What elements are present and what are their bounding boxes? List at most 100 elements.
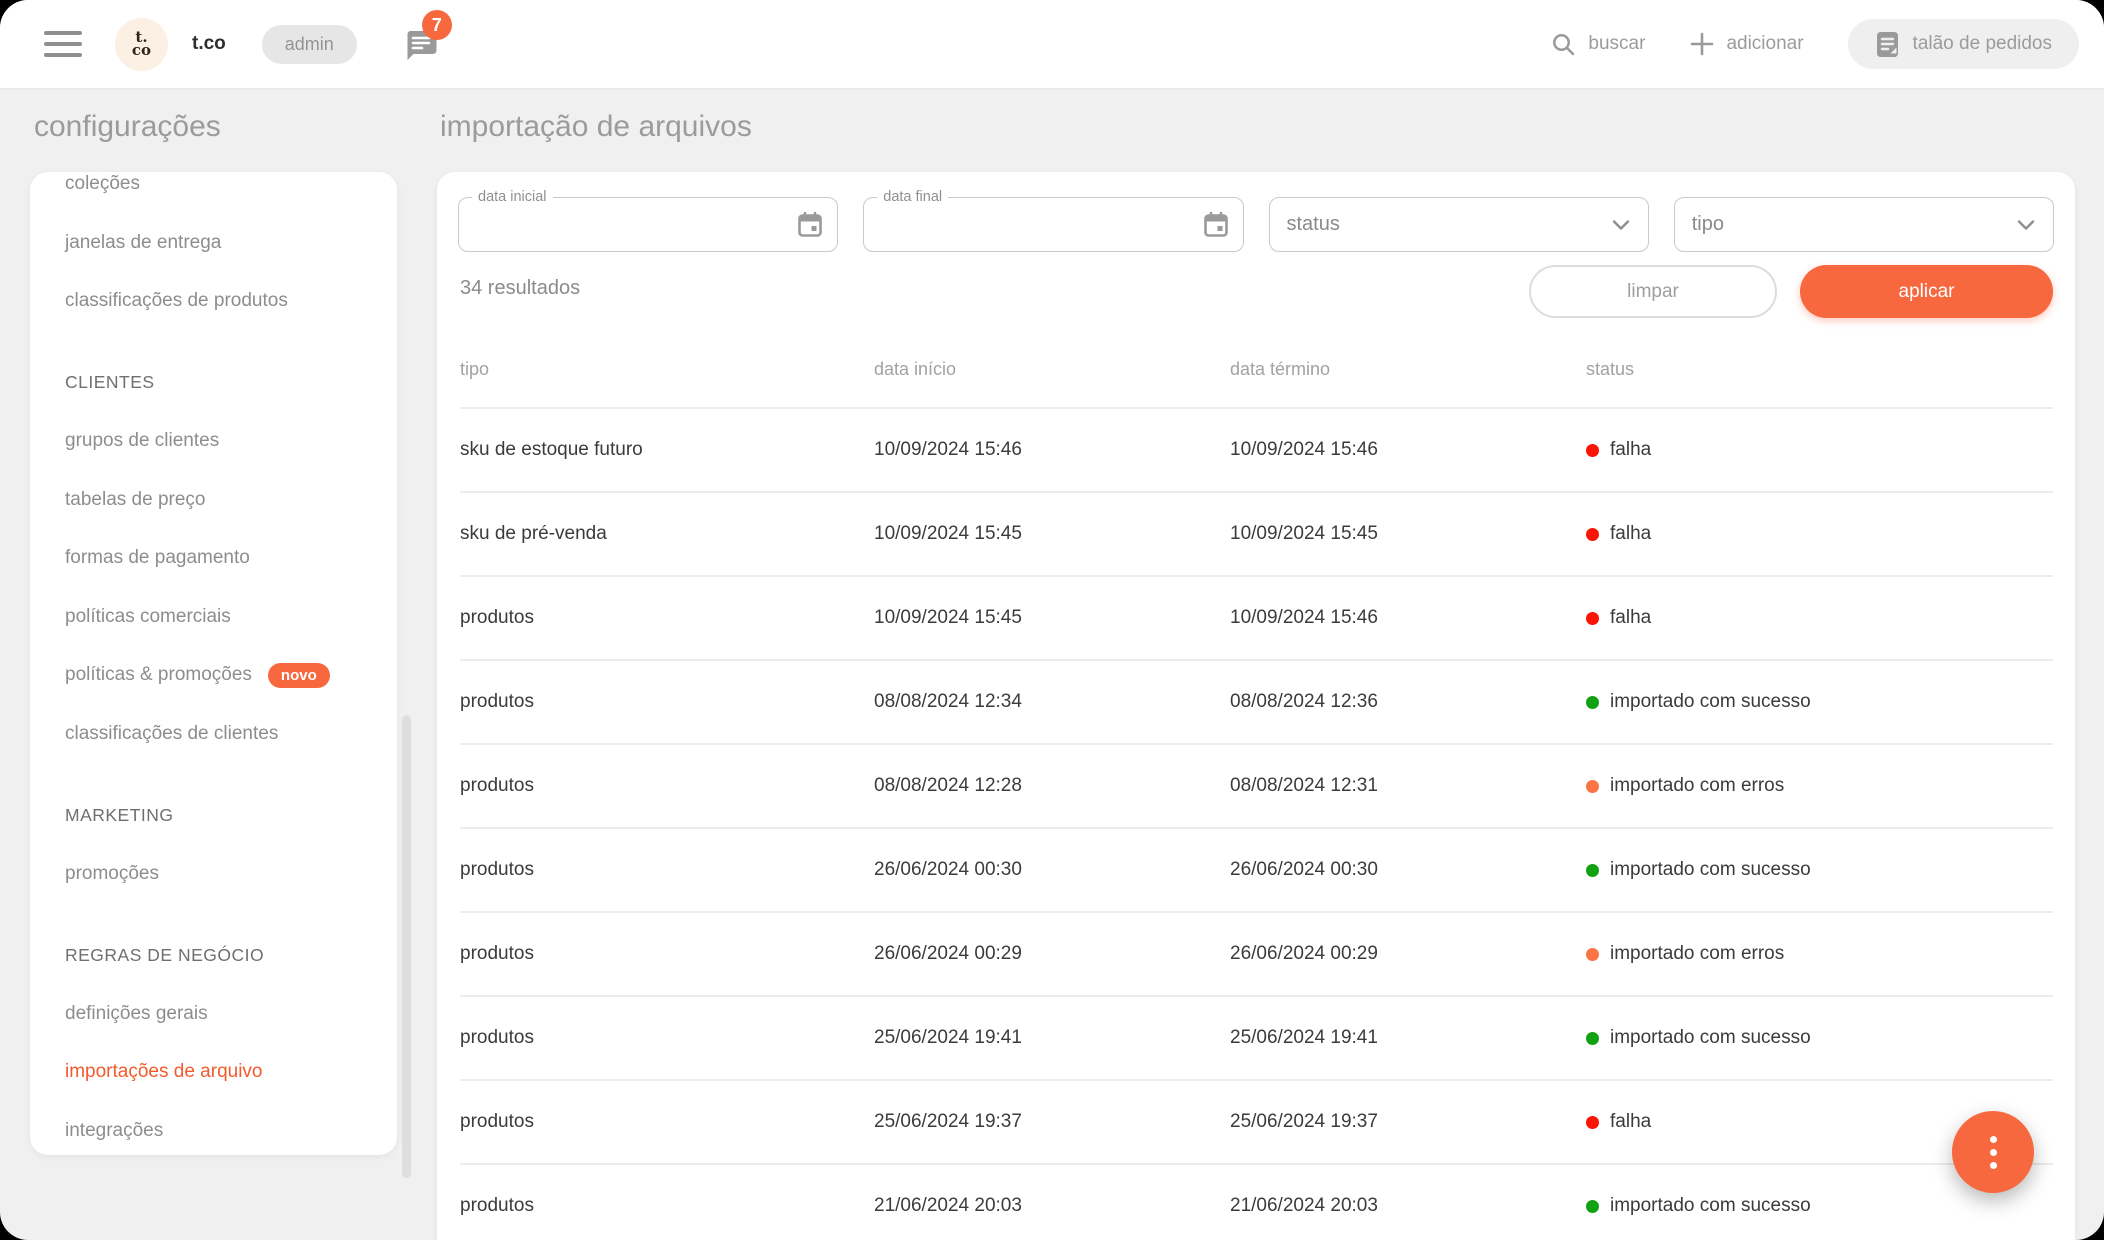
sidebar-item[interactable]: promoções [30,845,397,904]
status-dot-icon [1586,696,1599,709]
notifications[interactable]: 7 [403,26,439,62]
cell-inicio: 08/08/2024 12:28 [874,775,1230,797]
apply-button[interactable]: aplicar [1800,265,2053,318]
add-button[interactable]: adicionar [1689,31,1803,57]
sidebar-item-label: grupos de clientes [65,430,219,452]
cell-termino: 25/06/2024 19:37 [1230,1111,1586,1133]
sidebar-scrollbar[interactable] [402,715,411,1178]
sidebar-item-label: classificações de produtos [65,290,288,312]
search-button[interactable]: buscar [1550,31,1645,58]
end-date-input[interactable] [880,197,1194,252]
table-row[interactable]: produtos26/06/2024 00:2926/06/2024 00:29… [460,913,2053,997]
status-dot-icon [1586,864,1599,877]
cell-tipo: produtos [460,1111,874,1133]
cell-tipo: produtos [460,943,874,965]
cell-tipo: produtos [460,1195,874,1217]
cell-inicio: 21/06/2024 20:03 [874,1195,1230,1217]
sidebar-item[interactable]: tabelas de preço [30,471,397,530]
table-header: tipo data início data término status [460,332,2053,409]
status-dot-icon [1586,1032,1599,1045]
sidebar-item-label: políticas comerciais [65,606,231,628]
cell-status: falha [1586,607,2053,629]
calendar-icon[interactable] [1203,211,1229,238]
table-row[interactable]: produtos08/08/2024 12:2808/08/2024 12:31… [460,745,2053,829]
sidebar-item[interactable]: políticas & promoçõesnovo [30,646,397,705]
status-label: falha [1610,523,1651,545]
cell-tipo: sku de pré-venda [460,523,874,545]
sidebar-item[interactable]: janelas de entrega [30,214,397,273]
cell-termino: 08/08/2024 12:31 [1230,775,1586,797]
filter-bar: data inicial data final [458,197,2054,252]
cell-inicio: 10/09/2024 15:45 [874,607,1230,629]
status-label: importado com sucesso [1610,1195,1811,1217]
search-label: buscar [1588,33,1645,55]
type-select-value: tipo [1692,213,2013,236]
end-date-label: data final [877,189,948,205]
table-row[interactable]: produtos26/06/2024 00:3026/06/2024 00:30… [460,829,2053,913]
cell-termino: 26/06/2024 00:30 [1230,859,1586,881]
col-header-data-termino: data término [1230,359,1586,380]
calendar-icon[interactable] [797,211,823,238]
novo-badge: novo [268,663,330,688]
cell-termino: 21/06/2024 20:03 [1230,1195,1586,1217]
more-actions-fab[interactable] [1952,1111,2034,1193]
start-date-field[interactable]: data inicial [458,197,838,252]
add-label: adicionar [1726,33,1803,55]
table-row[interactable]: produtos21/06/2024 20:0321/06/2024 20:03… [460,1165,2053,1240]
table-row[interactable]: produtos25/06/2024 19:4125/06/2024 19:41… [460,997,2053,1081]
order-pad-icon [1875,30,1900,59]
import-table-body: sku de estoque futuro10/09/2024 15:4610/… [460,409,2053,1240]
results-count: 34 resultados [460,277,580,300]
sidebar-item[interactable]: coleções [30,172,397,214]
avatar-line2: co [132,44,151,57]
sidebar-item[interactable]: políticas comerciais [30,588,397,647]
order-pad-label: talão de pedidos [1913,33,2052,55]
cell-tipo: produtos [460,607,874,629]
cell-termino: 10/09/2024 15:45 [1230,523,1586,545]
avatar[interactable]: t. co [115,18,168,71]
sidebar-item[interactable]: integrações [30,1102,397,1156]
status-label: importado com sucesso [1610,1027,1811,1049]
table-row[interactable]: sku de estoque futuro10/09/2024 15:4610/… [460,409,2053,493]
table-row[interactable]: produtos25/06/2024 19:3725/06/2024 19:37… [460,1081,2053,1165]
sidebar-item[interactable]: formas de pagamento [30,529,397,588]
search-icon [1550,31,1577,58]
kebab-icon [1990,1136,1997,1169]
col-header-tipo: tipo [460,359,874,380]
admin-chip[interactable]: admin [262,25,357,64]
table-row[interactable]: produtos08/08/2024 12:3408/08/2024 12:36… [460,661,2053,745]
cell-inicio: 25/06/2024 19:41 [874,1027,1230,1049]
cell-status: importado com erros [1586,943,2053,965]
cell-status: falha [1586,439,2053,461]
clear-button[interactable]: limpar [1529,265,1777,318]
status-dot-icon [1586,948,1599,961]
sidebar-item[interactable]: importações de arquivo [30,1043,397,1102]
sidebar-item[interactable]: definições gerais [30,985,397,1044]
cell-inicio: 10/09/2024 15:45 [874,523,1230,545]
status-label: falha [1610,607,1651,629]
order-pad-button[interactable]: talão de pedidos [1848,19,2079,69]
brand-name: t.co [192,33,226,55]
end-date-field[interactable]: data final [863,197,1243,252]
sidebar-item[interactable]: classificações de clientes [30,705,397,764]
sidebar-item[interactable]: classificações de produtos [30,272,397,331]
hamburger-menu-icon[interactable] [44,31,82,57]
sidebar-section-label: REGRAS DE NEGÓCIO [30,926,397,985]
status-dot-icon [1586,528,1599,541]
table-row[interactable]: produtos10/09/2024 15:4510/09/2024 15:46… [460,577,2053,661]
cell-status: importado com sucesso [1586,1195,2053,1217]
plus-icon [1689,31,1715,57]
sidebar-section-label: CLIENTES [30,354,397,413]
cell-inicio: 25/06/2024 19:37 [874,1111,1230,1133]
status-select[interactable]: status [1269,197,1649,252]
sidebar-item-label: promoções [65,863,159,885]
cell-inicio: 08/08/2024 12:34 [874,691,1230,713]
cell-status: importado com sucesso [1586,691,2053,713]
settings-sidebar: coleçõesjanelas de entrega classificações… [30,172,397,1155]
sidebar-menu: coleçõesjanelas de entrega classificações… [30,172,397,1155]
type-select[interactable]: tipo [1674,197,2054,252]
start-date-input[interactable] [475,197,789,252]
sidebar-item[interactable]: grupos de clientes [30,412,397,471]
table-row[interactable]: sku de pré-venda10/09/2024 15:4510/09/20… [460,493,2053,577]
status-dot-icon [1586,1200,1599,1213]
